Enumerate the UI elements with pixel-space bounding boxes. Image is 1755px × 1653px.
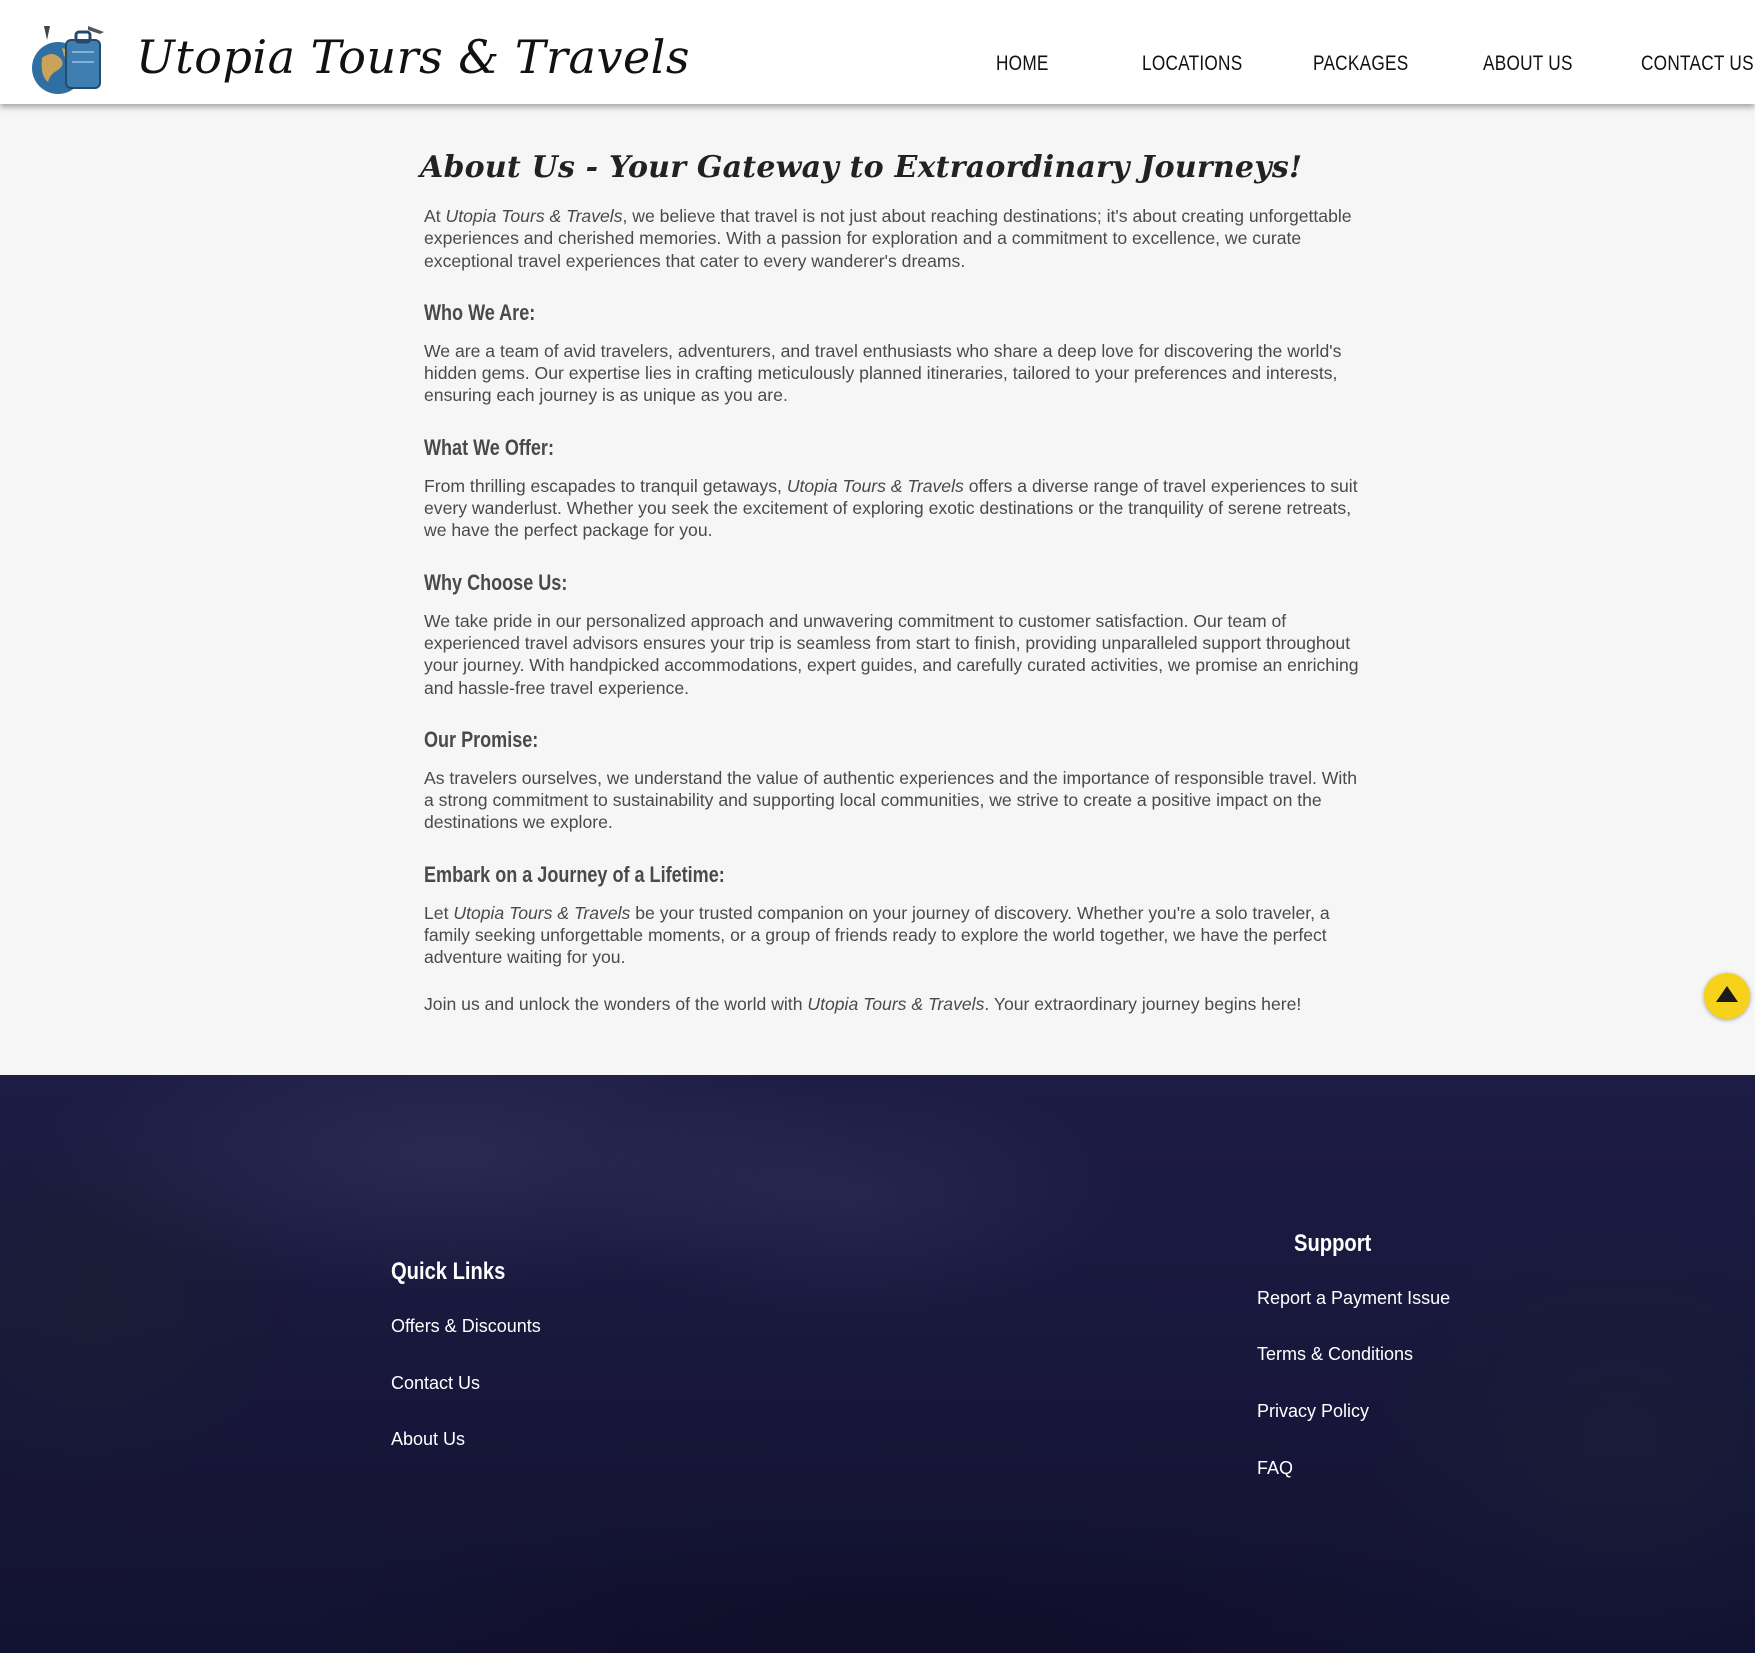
nav-about-us[interactable]: ABOUT US	[1483, 52, 1573, 76]
join-post: . Your extraordinary journey begins here…	[984, 993, 1302, 1014]
join-brand: Utopia Tours & Travels	[807, 993, 985, 1014]
nav-home[interactable]: HOME	[996, 52, 1049, 76]
footer-link-privacy[interactable]: Privacy Policy	[1257, 1401, 1369, 1422]
footer-link-offers[interactable]: Offers & Discounts	[391, 1316, 541, 1337]
why-choose-us-text: We take pride in our personalized approa…	[424, 610, 1359, 698]
join-pre: Join us and unlock the wonders of the wo…	[424, 993, 808, 1014]
intro-brand: Utopia Tours & Travels	[445, 206, 623, 226]
about-content: About Us - Your Gateway to Extraordinary…	[420, 150, 1359, 1039]
quick-links-column: Quick Links Offers & Discounts Contact U…	[391, 1258, 541, 1449]
quick-links-heading: Quick Links	[391, 1258, 506, 1285]
offer-brand: Utopia Tours & Travels	[786, 475, 964, 496]
join-text: Join us and unlock the wonders of the wo…	[424, 993, 1359, 1015]
footer-link-payment-issue[interactable]: Report a Payment Issue	[1257, 1288, 1450, 1309]
what-we-offer-text: From thrilling escapades to tranquil get…	[424, 475, 1359, 542]
footer-link-terms[interactable]: Terms & Conditions	[1257, 1344, 1413, 1365]
intro-pre: At	[424, 206, 446, 226]
embark-text: Let Utopia Tours & Travels be your trust…	[424, 902, 1359, 969]
embark-brand: Utopia Tours & Travels	[453, 902, 631, 923]
who-we-are-heading: Who We Are:	[424, 299, 536, 325]
support-heading: Support	[1294, 1230, 1372, 1257]
site-footer: Quick Links Offers & Discounts Contact U…	[0, 1075, 1755, 1653]
our-promise-text: As travelers ourselves, we understand th…	[424, 767, 1357, 833]
what-we-offer-heading: What We Offer:	[424, 434, 554, 460]
embark-heading: Embark on a Journey of a Lifetime:	[424, 861, 725, 887]
site-header: Utopia Tours & Travels HOME LOCATIONS PA…	[0, 0, 1755, 104]
main-nav: HOME LOCATIONS PACKAGES ABOUT US CONTACT…	[0, 52, 1755, 92]
intro-paragraph: At Utopia Tours & Travels, we believe th…	[424, 205, 1359, 272]
page-title: About Us - Your Gateway to Extraordinary…	[420, 150, 1303, 185]
footer-link-contact-us[interactable]: Contact Us	[391, 1373, 480, 1394]
back-to-top-button[interactable]	[1704, 973, 1750, 1019]
nav-contact-us[interactable]: CONTACT US	[1641, 52, 1754, 76]
our-promise-heading: Our Promise:	[424, 726, 539, 752]
embark-pre: Let	[424, 902, 454, 923]
footer-link-about-us[interactable]: About Us	[391, 1429, 465, 1450]
support-column: Support Report a Payment Issue Terms & C…	[1257, 1230, 1450, 1478]
who-we-are-text: We are a team of avid travelers, adventu…	[424, 340, 1342, 406]
nav-locations[interactable]: LOCATIONS	[1142, 52, 1242, 76]
offer-pre: From thrilling escapades to tranquil get…	[424, 475, 787, 496]
why-choose-us-heading: Why Choose Us:	[424, 569, 568, 595]
footer-link-faq[interactable]: FAQ	[1257, 1458, 1293, 1479]
nav-packages[interactable]: PACKAGES	[1313, 52, 1408, 76]
